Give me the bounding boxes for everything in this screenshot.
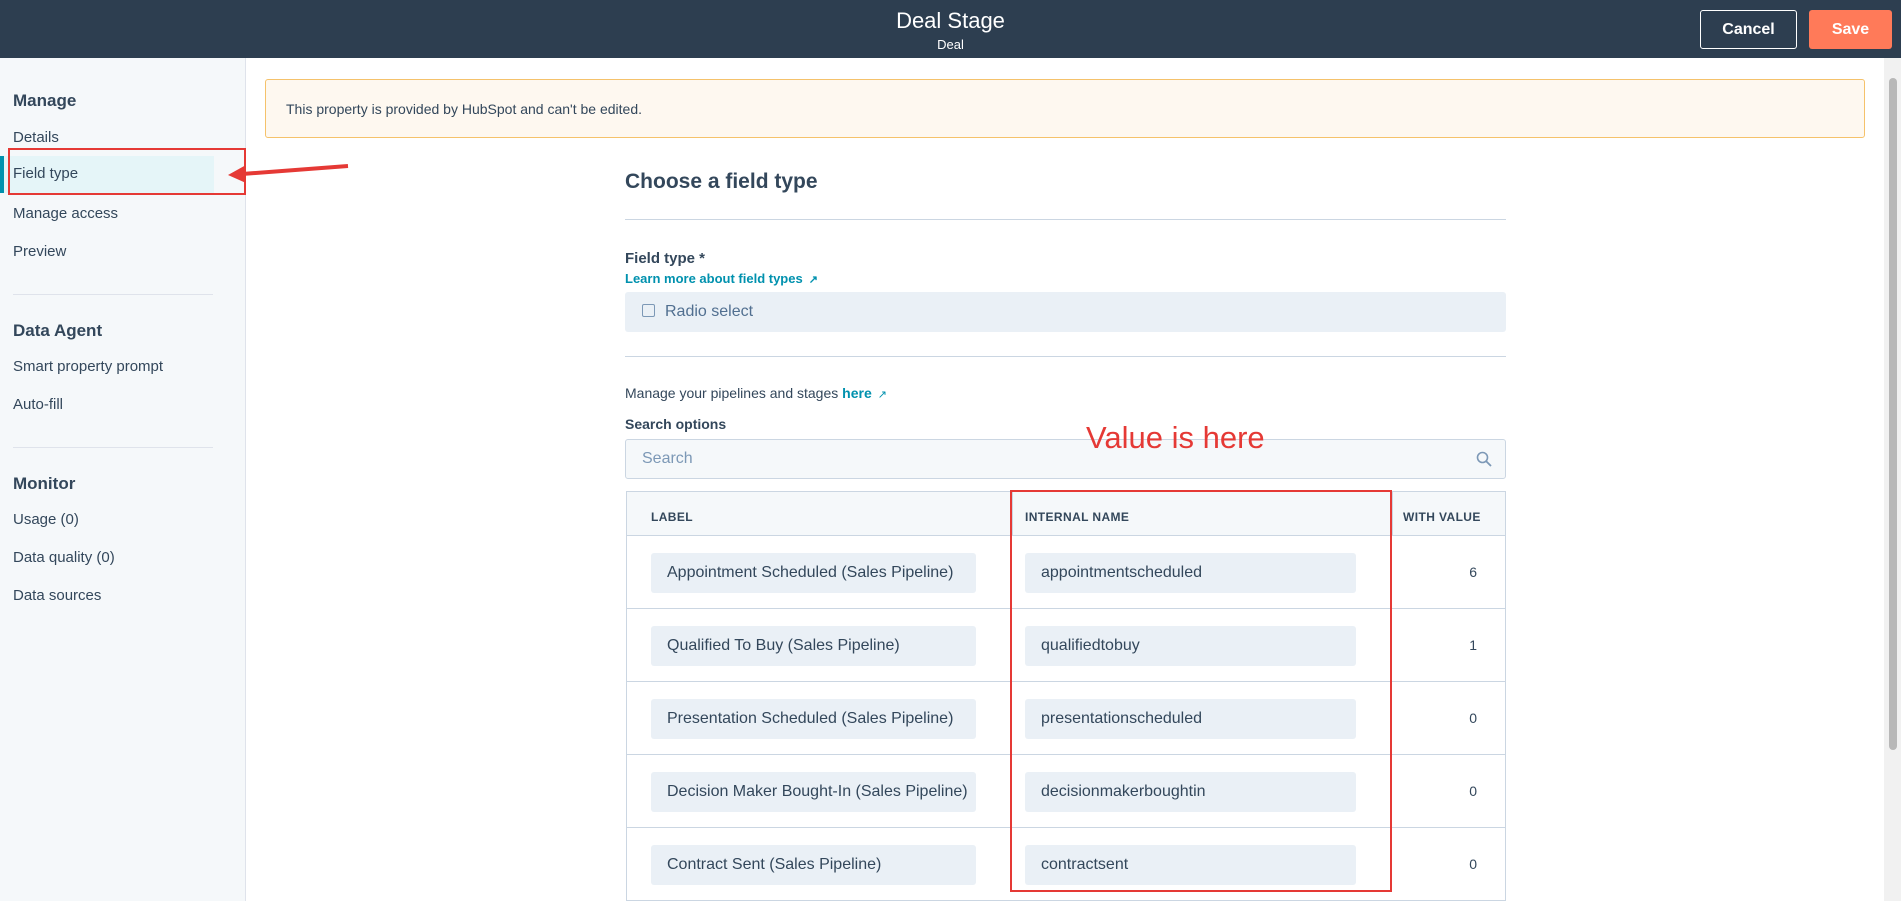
pipelines-text: Manage your pipelines and stages here ↗ <box>625 385 887 401</box>
sidebar-heading-data-agent: Data Agent <box>13 321 103 340</box>
option-with-value-count: 0 <box>1469 710 1477 726</box>
learn-more-link-text: Learn more about field types <box>625 271 803 286</box>
option-label: Qualified To Buy (Sales Pipeline) <box>667 637 900 654</box>
option-label: Decision Maker Bought-In (Sales Pipeline… <box>667 783 968 800</box>
sidebar-item-details[interactable]: Details <box>13 129 59 146</box>
annotation-text: Value is here <box>1086 420 1265 455</box>
sidebar-item-auto-fill[interactable]: Auto-fill <box>13 396 63 413</box>
sidebar-divider <box>13 447 213 448</box>
sidebar-heading-manage: Manage <box>13 91 77 110</box>
option-label-field: Contract Sent (Sales Pipeline) <box>651 845 976 885</box>
column-header-label: LABEL <box>651 510 693 524</box>
option-label: Presentation Scheduled (Sales Pipeline) <box>667 710 954 727</box>
search-icon[interactable] <box>1476 451 1492 467</box>
option-label-field: Presentation Scheduled (Sales Pipeline) <box>651 699 976 739</box>
sidebar-item-smart-property-prompt[interactable]: Smart property prompt <box>13 358 163 375</box>
sidebar-item-manage-access[interactable]: Manage access <box>13 205 118 222</box>
page-title: Deal Stage <box>896 8 1005 33</box>
pipelines-label: Manage your pipelines and stages <box>625 385 839 401</box>
annotation-highlight-box <box>1010 490 1392 892</box>
column-header-with-value: WITH VALUE <box>1403 510 1481 524</box>
option-with-value-count: 6 <box>1469 564 1477 580</box>
option-with-value-count: 0 <box>1469 783 1477 799</box>
top-header: Deal Stage Deal Cancel Save <box>0 0 1901 58</box>
notice-text: This property is provided by HubSpot and… <box>286 101 642 117</box>
option-with-value-count: 0 <box>1469 856 1477 872</box>
cancel-button[interactable]: Cancel <box>1700 10 1797 49</box>
search-box <box>625 439 1506 479</box>
annotation-arrow-icon <box>228 164 349 183</box>
column-divider <box>1392 492 1393 536</box>
sidebar-item-data-sources[interactable]: Data sources <box>13 587 101 604</box>
read-only-notice: This property is provided by HubSpot and… <box>265 79 1865 138</box>
divider <box>625 356 1506 357</box>
learn-more-link[interactable]: Learn more about field types ↗ <box>625 271 818 286</box>
option-label-field: Decision Maker Bought-In (Sales Pipeline… <box>651 772 976 812</box>
sidebar-divider <box>13 294 213 295</box>
option-label-field: Appointment Scheduled (Sales Pipeline) <box>651 553 976 593</box>
sidebar-item-data-quality[interactable]: Data quality (0) <box>13 549 115 566</box>
annotation-highlight-box <box>8 148 246 195</box>
search-options-label: Search options <box>625 416 727 432</box>
scrollbar-thumb[interactable] <box>1889 78 1897 750</box>
radio-select-icon <box>642 304 655 317</box>
external-link-icon: ↗ <box>877 389 887 401</box>
field-type-select: Radio select <box>625 292 1506 332</box>
search-input[interactable] <box>626 440 1466 478</box>
pipelines-here-link[interactable]: here <box>842 385 872 401</box>
option-with-value-count: 1 <box>1469 637 1477 653</box>
divider <box>625 219 1506 220</box>
section-title: Choose a field type <box>625 170 818 193</box>
sidebar-heading-monitor: Monitor <box>13 474 76 493</box>
field-type-value: Radio select <box>665 303 754 320</box>
option-label-field: Qualified To Buy (Sales Pipeline) <box>651 626 976 666</box>
external-link-icon: ↗ <box>808 274 818 286</box>
save-button[interactable]: Save <box>1809 10 1892 49</box>
sidebar-item-preview[interactable]: Preview <box>13 243 66 260</box>
field-type-label: Field type * <box>625 250 706 267</box>
option-label: Appointment Scheduled (Sales Pipeline) <box>667 564 954 581</box>
page-subtitle: Deal <box>937 37 964 52</box>
option-label: Contract Sent (Sales Pipeline) <box>667 856 882 873</box>
sidebar-item-usage[interactable]: Usage (0) <box>13 511 79 528</box>
